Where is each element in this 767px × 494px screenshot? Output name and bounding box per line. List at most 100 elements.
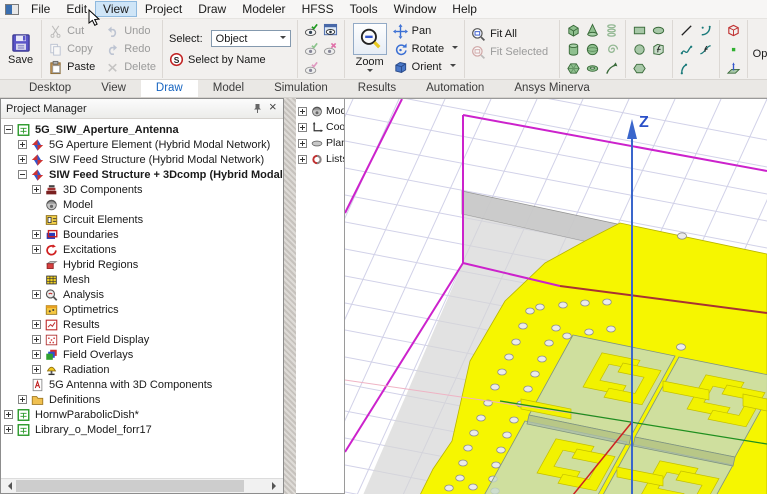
project-tree-item[interactable]: 5G Aperture Element (Hybrid Modal Networ… (1, 137, 283, 152)
tree-expander[interactable] (4, 425, 13, 434)
tree-expander[interactable] (4, 125, 13, 134)
operations-button[interactable]: Operations (749, 32, 767, 67)
tree-expander[interactable] (18, 395, 27, 404)
draw-line-button[interactable] (678, 40, 696, 58)
select-mode-combo[interactable]: Object (211, 30, 291, 47)
misc-draw-button[interactable] (725, 21, 743, 39)
3d-viewport[interactable]: Z (345, 98, 767, 494)
menu-item[interactable]: Window (386, 1, 445, 17)
draw-3d-button[interactable] (603, 59, 621, 77)
menu-item[interactable]: View (95, 1, 137, 17)
project-tree-item[interactable]: Definitions (1, 392, 283, 407)
project-tree-item[interactable]: Excitations (1, 242, 283, 257)
visibility-button[interactable] (302, 59, 320, 77)
ribbon-tab[interactable]: Draw (141, 80, 198, 97)
project-tree-item[interactable]: HornwParabolicDish* (1, 407, 283, 422)
project-tree-item[interactable]: Analysis (1, 287, 283, 302)
project-tree-item[interactable]: 5G Antenna with 3D Components (1, 377, 283, 392)
ribbon-tab[interactable]: Automation (411, 80, 499, 97)
menu-item[interactable]: Modeler (234, 1, 293, 17)
draw-2d-button[interactable] (650, 21, 668, 39)
select-by-name-button[interactable]: S Select by Name (167, 51, 293, 69)
draw-3d-button[interactable] (565, 40, 583, 58)
ribbon-tab[interactable]: Desktop (14, 80, 86, 97)
draw-line-button[interactable] (678, 21, 696, 39)
ribbon-tab[interactable]: Results (343, 80, 411, 97)
panel-splitter[interactable] (284, 98, 296, 494)
ribbon-tab[interactable]: Model (198, 80, 259, 97)
ribbon-tab[interactable]: View (86, 80, 141, 97)
project-tree-item[interactable]: Optimetrics (1, 302, 283, 317)
modeler-tree-item[interactable]: Planes (296, 135, 344, 151)
tree-expander[interactable] (32, 320, 41, 329)
project-tree-item[interactable]: 5G_SIW_Aperture_Antenna (1, 122, 283, 137)
fit-button[interactable]: Fit Selected (469, 43, 550, 61)
draw-2d-button[interactable] (650, 40, 668, 58)
tree-expander[interactable] (298, 123, 307, 132)
project-tree-item[interactable]: Field Overlays (1, 347, 283, 362)
tree-expander[interactable] (32, 290, 41, 299)
tree-expander[interactable] (32, 185, 41, 194)
menu-item[interactable]: Project (137, 1, 190, 17)
draw-3d-button[interactable] (603, 21, 621, 39)
draw-3d-button[interactable] (584, 40, 602, 58)
draw-line-button[interactable] (697, 40, 715, 58)
ribbon-tab[interactable]: Ansys Minerva (499, 80, 604, 97)
misc-draw-button[interactable] (725, 40, 743, 58)
draw-2d-button[interactable] (631, 40, 649, 58)
scroll-left-arrow[interactable] (1, 479, 15, 493)
edit-button[interactable]: Delete (103, 58, 158, 76)
visibility-button[interactable] (302, 21, 320, 39)
view-tool-button[interactable]: Rotate (391, 40, 460, 58)
menu-item[interactable]: Draw (190, 1, 234, 17)
tree-expander[interactable] (298, 155, 307, 164)
ribbon-tab[interactable]: Simulation (259, 80, 343, 97)
misc-draw-button[interactable] (725, 59, 743, 77)
tree-expander[interactable] (32, 335, 41, 344)
project-tree-item[interactable]: Circuit Elements (1, 212, 283, 227)
project-tree-item[interactable]: Port Field Display (1, 332, 283, 347)
draw-3d-button[interactable] (603, 40, 621, 58)
close-icon[interactable] (269, 104, 278, 113)
project-tree-item[interactable]: Model (1, 197, 283, 212)
project-tree-item[interactable]: Radiation (1, 362, 283, 377)
modeler-tree-item[interactable]: Coord (296, 119, 344, 135)
tree-expander[interactable] (18, 155, 27, 164)
edit-button[interactable]: Redo (103, 40, 158, 58)
edit-button[interactable]: Paste (46, 58, 97, 76)
save-button[interactable]: Save (4, 33, 37, 66)
tree-expander[interactable] (32, 350, 41, 359)
tree-expander[interactable] (4, 410, 13, 419)
view-tool-button[interactable]: Pan (391, 22, 460, 40)
project-tree-item[interactable]: SIW Feed Structure (Hybrid Modal Network… (1, 152, 283, 167)
scrollbar-thumb[interactable] (16, 480, 244, 492)
pin-icon[interactable] (253, 103, 262, 114)
tree-expander[interactable] (32, 245, 41, 254)
visibility-button[interactable] (302, 40, 320, 58)
tree-expander[interactable] (298, 107, 307, 116)
tree-expander[interactable] (18, 140, 27, 149)
draw-3d-button[interactable] (584, 21, 602, 39)
tree-expander[interactable] (32, 365, 41, 374)
draw-3d-button[interactable] (565, 21, 583, 39)
modeler-tree-item[interactable]: Lists (296, 151, 344, 167)
draw-line-button[interactable] (678, 59, 696, 77)
tree-expander[interactable] (32, 230, 41, 239)
visibility-button[interactable] (321, 21, 339, 39)
tree-expander[interactable] (18, 170, 27, 179)
project-tree-item[interactable]: Library_o_Model_forr17 (1, 422, 283, 437)
edit-button[interactable]: Undo (103, 22, 158, 40)
draw-3d-button[interactable] (565, 59, 583, 77)
menu-item[interactable]: HFSS (294, 1, 342, 17)
project-tree-item[interactable]: SIW Feed Structure + 3Dcomp (Hybrid Moda… (1, 167, 283, 182)
draw-2d-button[interactable] (631, 59, 649, 77)
draw-2d-button[interactable] (631, 21, 649, 39)
zoom-button[interactable]: Zoom (349, 23, 391, 75)
menu-item[interactable]: File (23, 1, 58, 17)
draw-3d-button[interactable] (584, 59, 602, 77)
project-tree-item[interactable]: Results (1, 317, 283, 332)
view-tool-button[interactable]: Orient (391, 58, 460, 76)
project-tree-item[interactable]: Mesh (1, 272, 283, 287)
project-tree-item[interactable]: Boundaries (1, 227, 283, 242)
visibility-button[interactable] (321, 40, 339, 58)
